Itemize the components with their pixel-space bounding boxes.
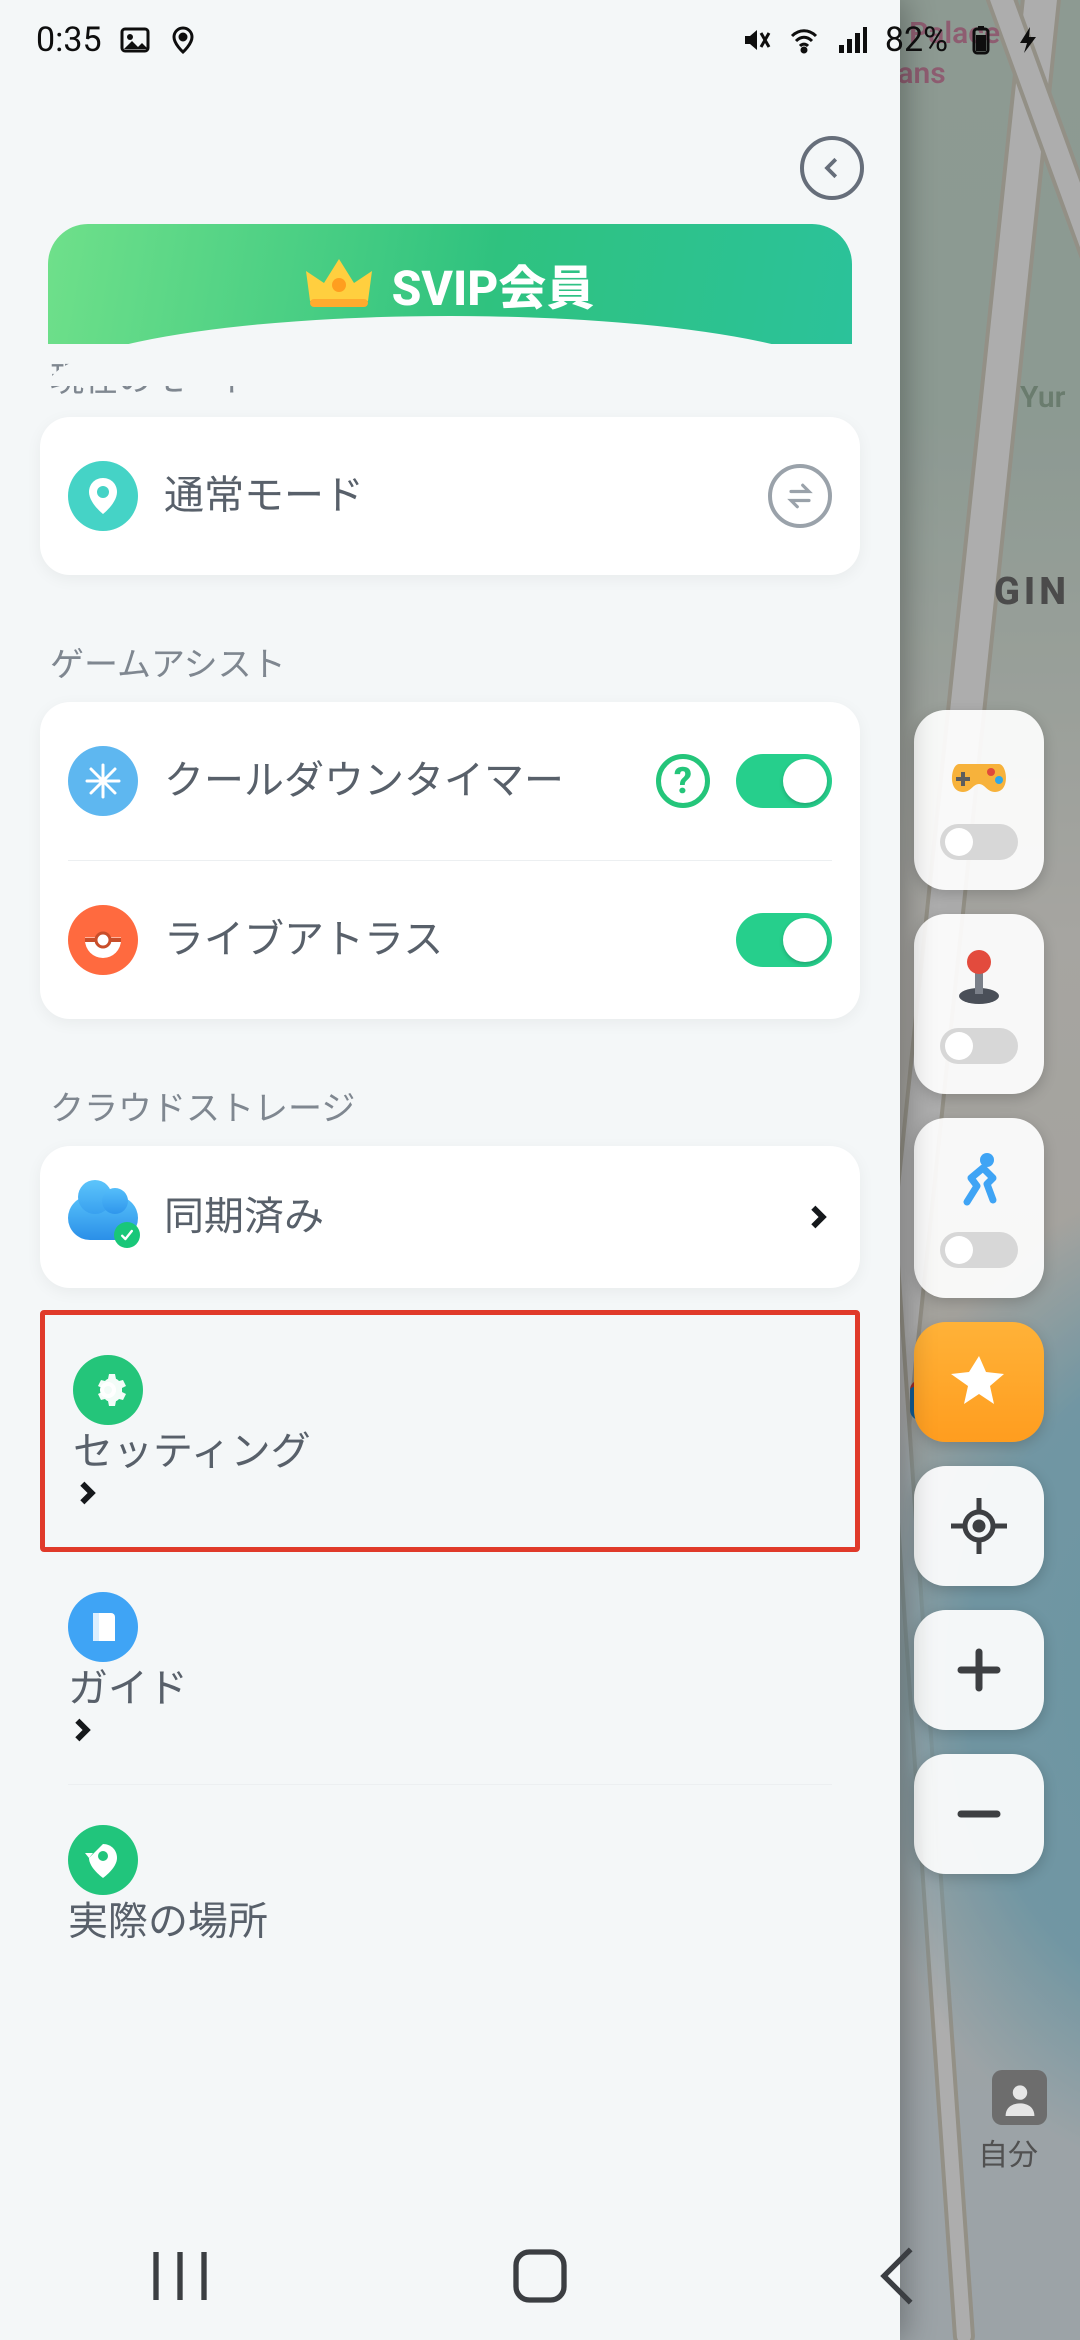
pin-icon (68, 461, 138, 531)
status-bar: 0:35 82% (0, 0, 1080, 80)
mute-icon (741, 25, 771, 55)
swap-mode-button[interactable] (768, 464, 832, 528)
highlight-settings: セッティング (40, 1310, 860, 1552)
gamepad-toggle[interactable] (914, 710, 1044, 890)
chevron-right-icon (68, 1716, 96, 1744)
status-time: 0:35 (36, 20, 102, 60)
home-button[interactable] (500, 2236, 580, 2316)
pokeball-icon (68, 905, 138, 975)
cloud-icon (68, 1190, 138, 1244)
synced-row[interactable]: 同期済み (68, 1146, 832, 1288)
star-icon (947, 1350, 1011, 1414)
real-location-label: 実際の場所 (68, 1898, 268, 1945)
home-icon (500, 2236, 580, 2316)
favorites-button[interactable] (914, 1322, 1044, 1442)
back-icon (860, 2236, 940, 2316)
bolt-icon (1014, 25, 1044, 55)
current-mode-card[interactable]: 通常モード (40, 417, 860, 575)
mini-toggle[interactable] (940, 824, 1018, 860)
synced-label: 同期済み (164, 1190, 778, 1244)
settings-row[interactable]: セッティング (45, 1319, 855, 1543)
crown-icon (306, 257, 372, 311)
zoom-in-button[interactable] (914, 1610, 1044, 1730)
profile-avatar[interactable] (992, 2070, 1047, 2125)
joystick-toggle[interactable] (914, 914, 1044, 1094)
game-assist-card: クールダウンタイマー ? ライブアトラス (40, 702, 860, 1019)
swap-icon (782, 478, 818, 514)
section-title-cloud: クラウドストレージ (50, 1081, 850, 1130)
settings-label: セッティング (73, 1428, 311, 1475)
section-title-game-assist: ゲームアシスト (50, 637, 850, 686)
running-icon (947, 1148, 1011, 1212)
svip-banner[interactable]: SVIP会員 (48, 224, 852, 344)
book-icon (68, 1592, 138, 1662)
real-location-row[interactable]: 実際の場所 (68, 1785, 832, 1989)
wifi-icon (789, 25, 819, 55)
locate-button[interactable] (914, 1466, 1044, 1586)
gear-icon (73, 1355, 143, 1425)
profile-label: 自分 (978, 2130, 1038, 2174)
back-button[interactable] (860, 2236, 940, 2316)
guide-row[interactable]: ガイド (68, 1552, 832, 1785)
mini-toggle[interactable] (940, 1028, 1018, 1064)
side-panel: SVIP会員 現在のモード 通常モード ゲームアシスト (0, 0, 900, 2340)
snowflake-icon (68, 746, 138, 816)
running-toggle[interactable] (914, 1118, 1044, 1298)
help-button[interactable]: ? (656, 754, 710, 808)
zoom-out-button[interactable] (914, 1754, 1044, 1874)
recents-icon (140, 2236, 220, 2316)
cooldown-toggle[interactable] (736, 754, 832, 808)
plus-icon (947, 1638, 1011, 1702)
location-icon (168, 25, 198, 55)
gamepad-icon (947, 740, 1011, 804)
image-icon (120, 25, 150, 55)
chevron-right-icon (73, 1479, 101, 1507)
crosshair-icon (947, 1494, 1011, 1558)
mini-toggle[interactable] (940, 1232, 1018, 1268)
minus-icon (947, 1782, 1011, 1846)
svip-title: SVIP会員 (392, 249, 595, 319)
recent-apps-button[interactable] (140, 2236, 220, 2316)
cooldown-row: クールダウンタイマー ? (68, 702, 832, 861)
chevron-right-icon (804, 1203, 832, 1231)
floating-toolbar (914, 710, 1044, 1874)
collapse-button[interactable] (800, 136, 864, 200)
guide-label: ガイド (68, 1665, 188, 1712)
current-mode-label: 通常モード (164, 469, 742, 523)
check-icon (119, 1227, 135, 1243)
status-battery-text: 82% (885, 20, 948, 60)
revert-location-icon (68, 1825, 138, 1895)
signal-icon (837, 25, 867, 55)
liveatlas-row: ライブアトラス (68, 861, 832, 1019)
cloud-card: 同期済み (40, 1146, 860, 1288)
liveatlas-toggle[interactable] (736, 913, 832, 967)
liveatlas-label: ライブアトラス (164, 913, 710, 967)
android-nav-bar (0, 2212, 1080, 2340)
chevron-left-icon (817, 153, 847, 183)
person-icon (1002, 2080, 1038, 2116)
joystick-icon (947, 944, 1011, 1008)
battery-icon (966, 25, 996, 55)
cooldown-label: クールダウンタイマー (164, 754, 630, 808)
